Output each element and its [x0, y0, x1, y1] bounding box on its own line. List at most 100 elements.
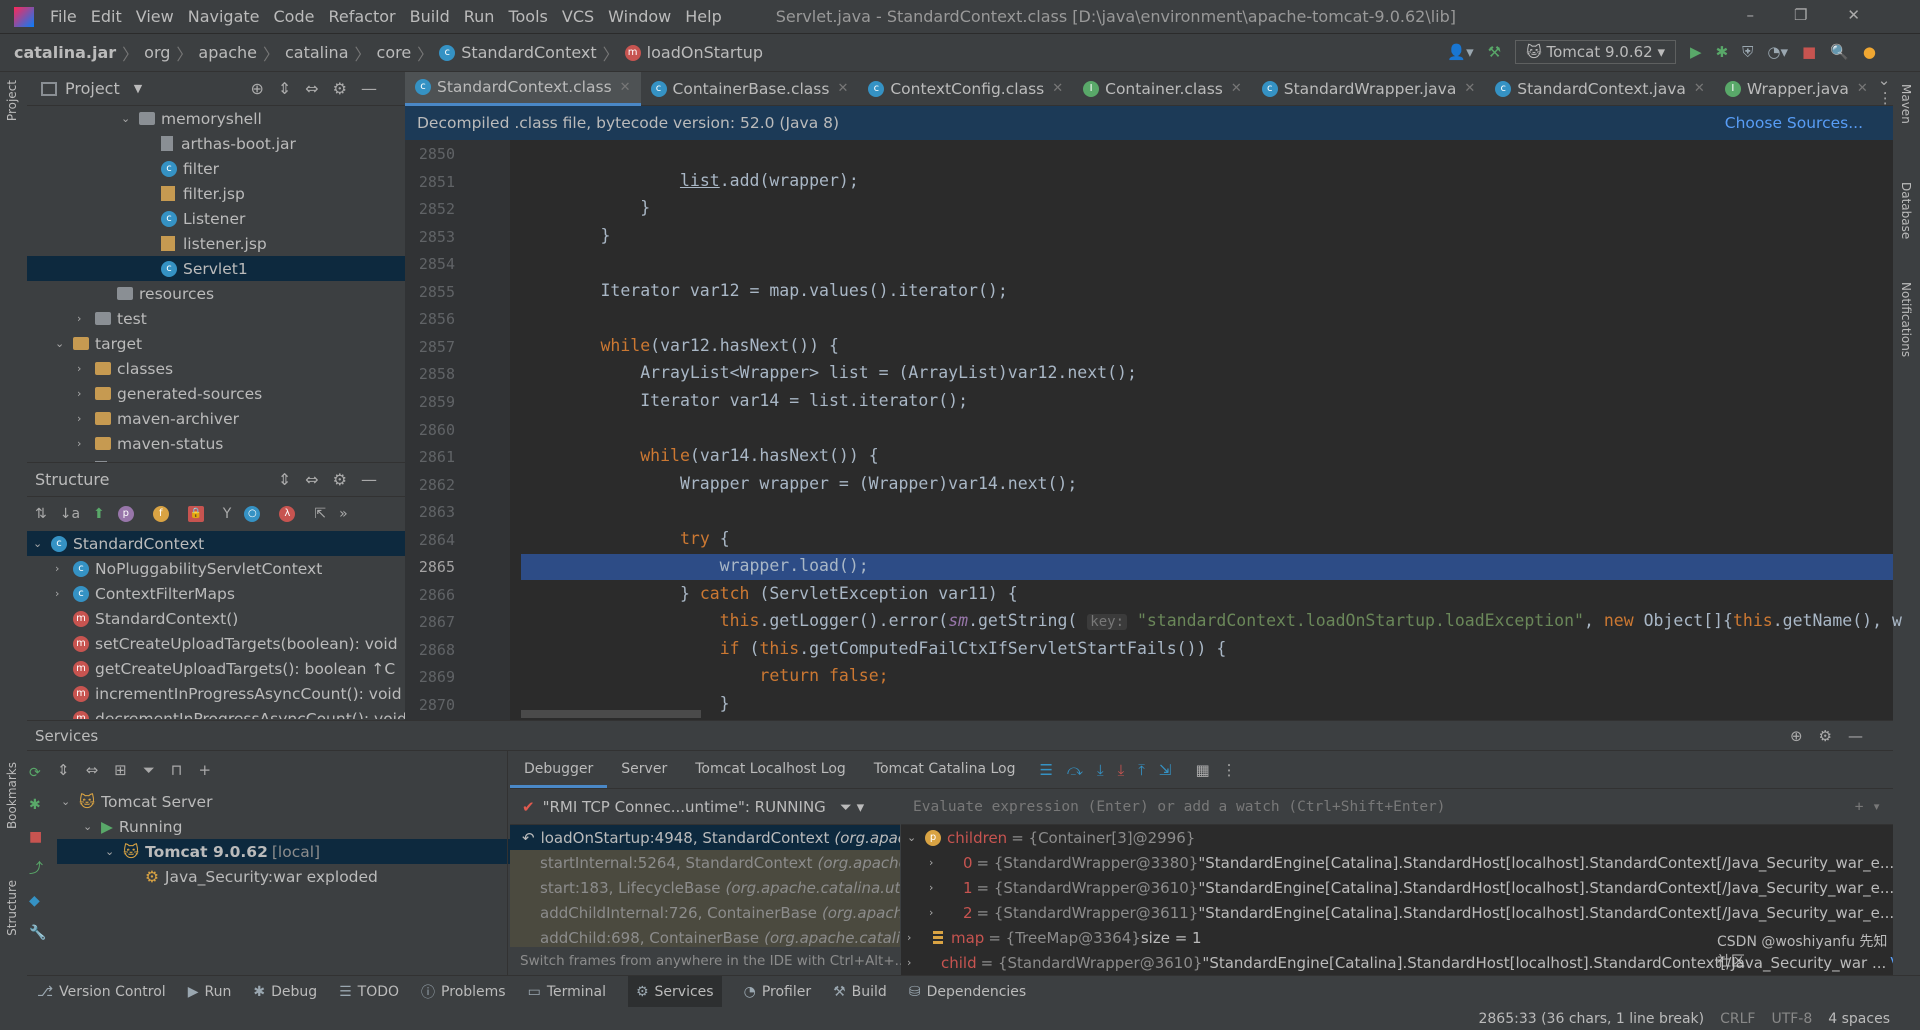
project-panel-actions[interactable]: ⊕⇕⇔⚙— [250, 79, 391, 98]
caret-position[interactable]: 2865:33 (36 chars, 1 line break) [1478, 1011, 1704, 1027]
chevron-right-icon[interactable]: › [55, 562, 73, 575]
thread-filter-icon[interactable]: ⏷ ▾ [840, 798, 864, 816]
tree-item[interactable]: listener.jsp [27, 231, 405, 256]
tree-item[interactable]: m decrementInProgressAsyncCount(): void [27, 706, 405, 719]
tree-item[interactable]: › test [27, 306, 405, 331]
line-separator[interactable]: CRLF [1720, 1011, 1755, 1027]
tabs-more-icon[interactable]: ⌄ ⋮ [1878, 71, 1893, 107]
tool-problems[interactable]: ⓘ Problems [421, 982, 506, 1002]
stack-frame[interactable]: startInternal:5264, StandardContext (org.… [510, 850, 900, 875]
chevron-right-icon[interactable]: › [929, 856, 947, 869]
chevron-right-icon[interactable]: › [77, 412, 95, 425]
close-tab-icon[interactable]: ✕ [837, 81, 848, 96]
stack-frame[interactable]: addChild:698, ContainerBase (org.apache.c… [510, 925, 900, 947]
autoscroll-icon[interactable]: ⇱ [314, 506, 326, 522]
chevron-down-icon[interactable]: ⌄ [83, 820, 101, 833]
menu-run[interactable]: Run [464, 7, 495, 26]
menu-code[interactable]: Code [274, 7, 315, 26]
sort-visibility-icon[interactable]: ⇅ [35, 506, 47, 522]
chevron-right-icon[interactable]: › [929, 906, 947, 919]
project-view-select[interactable]: Project [65, 79, 120, 98]
chevron-right-icon[interactable]: › [77, 312, 95, 325]
tree-item[interactable]: › c NoPluggabilityServletContext [27, 556, 405, 581]
chevron-right-icon[interactable]: › [77, 437, 95, 450]
breadcrumb-item[interactable]: apache [198, 43, 257, 62]
add-watch-icon[interactable]: + ▾ [1855, 799, 1881, 815]
tree-item[interactable]: › generated-sources [27, 381, 405, 406]
inherited-icon[interactable]: ⬆ [93, 506, 105, 522]
search-icon[interactable]: 🔍 [1830, 43, 1849, 61]
tree-item[interactable]: c Servlet1 [27, 256, 405, 281]
code-editor[interactable]: 2850 2851 2852 2853 2854 2855 2856 2857 2858 2859… [405, 140, 1902, 720]
lambda-icon[interactable]: Y [223, 506, 232, 522]
tree-item[interactable]: m incrementInProgressAsyncCount(): void [27, 681, 405, 706]
tree-item[interactable]: m StandardContext() [27, 606, 405, 631]
build-hammer-icon[interactable]: ⚒ [1488, 43, 1501, 61]
editor-tab[interactable]: c StandardWrapper.java ✕ [1252, 72, 1486, 106]
thread-selector[interactable]: ✔ "RMI TCP Connec...untime": RUNNING ⏷ ▾ [510, 789, 900, 825]
debug-tab[interactable]: Debugger [510, 751, 608, 788]
choose-sources-link[interactable]: Choose Sources... [1725, 114, 1863, 132]
evaluate-expression-input[interactable]: Evaluate expression (Enter) or add a wat… [901, 789, 1893, 825]
bookmarks-tool-button[interactable]: Bookmarks [5, 762, 19, 829]
structure-tool-button[interactable]: Structure [5, 880, 19, 936]
menu-vcs[interactable]: VCS [562, 7, 594, 26]
filter-icon[interactable]: ⏷ [143, 761, 155, 779]
service-item[interactable]: ⚙ Java_Security:war exploded [57, 864, 530, 889]
tool-build[interactable]: ⚒ Build [833, 984, 887, 1000]
chevron-right-icon[interactable]: › [77, 387, 95, 400]
tool-dependencies[interactable]: ⛁ Dependencies [909, 984, 1026, 1000]
breadcrumb-item[interactable]: StandardContext [461, 43, 596, 62]
variable-row[interactable]: › 1 = {StandardWrapper@3610} "StandardEngi… [901, 875, 1893, 900]
user-icon[interactable]: 👤▾ [1447, 43, 1473, 61]
tree-item[interactable]: › classes [27, 356, 405, 381]
tree-item[interactable]: › maven-status [27, 431, 405, 456]
window-controls[interactable]: –❐✕ [1746, 6, 1900, 24]
tree-item[interactable]: › c ContextFilterMaps [27, 581, 405, 606]
editor-tab[interactable]: c ContextConfig.class ✕ [858, 72, 1073, 106]
collapse-all-icon[interactable]: ⇔ [86, 761, 99, 779]
tree-item[interactable]: › maven-archiver [27, 406, 405, 431]
menu-file[interactable]: File [50, 7, 77, 26]
editor-tab[interactable]: I Container.class ✕ [1073, 72, 1252, 106]
stepping-actions[interactable]: ☰⤼⤓⤓⤒⇲ [1039, 761, 1185, 779]
breadcrumb-item[interactable]: loadOnStartup [647, 43, 763, 62]
variable-row[interactable]: ⌄ p children = {Container[3]@2996} [901, 825, 1893, 850]
tree-item[interactable]: resources [27, 281, 405, 306]
chevron-right-icon[interactable]: › [929, 881, 947, 894]
menu-edit[interactable]: Edit [91, 7, 122, 26]
database-tool-button[interactable]: Database [1899, 182, 1913, 239]
tree-item[interactable]: m getCreateUploadTargets(): boolean ↑C [27, 656, 405, 681]
update-icon[interactable]: ● [1863, 43, 1876, 61]
expand-all-icon[interactable]: ⇕ [57, 761, 70, 779]
close-tab-icon[interactable]: ✕ [1231, 81, 1242, 96]
close-tab-icon[interactable]: ✕ [1052, 81, 1063, 96]
stack-frame[interactable]: addChildInternal:726, ContainerBase (org.… [510, 900, 900, 925]
services-side-actions[interactable]: ⟳ ✱ ■ ⤴ ◆ 🔧 [27, 751, 46, 976]
close-tab-icon[interactable]: ✕ [620, 80, 631, 95]
close-tab-icon[interactable]: ✕ [1694, 81, 1705, 96]
sort-alpha-icon[interactable]: ↓a [60, 506, 80, 522]
new-tab-icon[interactable]: ⊓ [171, 761, 183, 779]
menu-refactor[interactable]: Refactor [328, 7, 395, 26]
tool-debug[interactable]: ✱ Debug [253, 984, 317, 1000]
tree-item[interactable]: filter.jsp [27, 181, 405, 206]
breadcrumb-item[interactable]: catalina.jar [14, 43, 116, 62]
menu-help[interactable]: Help [685, 7, 721, 26]
chevron-down-icon[interactable]: ⌄ [907, 831, 925, 844]
debug-tab[interactable]: Tomcat Catalina Log [860, 751, 1030, 788]
chevron-down-icon[interactable]: ⌄ [61, 795, 79, 808]
tree-item[interactable]: arthas-boot.jar [27, 131, 405, 156]
chevron-right-icon[interactable]: › [907, 956, 925, 969]
editor-scrollbar[interactable] [521, 710, 701, 718]
chevron-down-icon[interactable]: ⌄ [121, 112, 139, 125]
structure-actions[interactable]: ⇕⇔⚙— [278, 470, 391, 489]
properties-icon[interactable]: p [117, 506, 134, 522]
editor-tab[interactable]: c StandardContext.class ✕ [405, 71, 641, 106]
tool-profiler[interactable]: ◔ Profiler [744, 984, 812, 1000]
chevron-down-icon[interactable]: ▼ [134, 82, 142, 95]
notifications-tool-button[interactable]: Notifications [1899, 282, 1913, 357]
tool-run[interactable]: ▶ Run [188, 984, 232, 1000]
service-item[interactable]: ⌄ 🐱 Tomcat Server [57, 789, 530, 814]
tree-item[interactable]: c Listener [27, 206, 405, 231]
